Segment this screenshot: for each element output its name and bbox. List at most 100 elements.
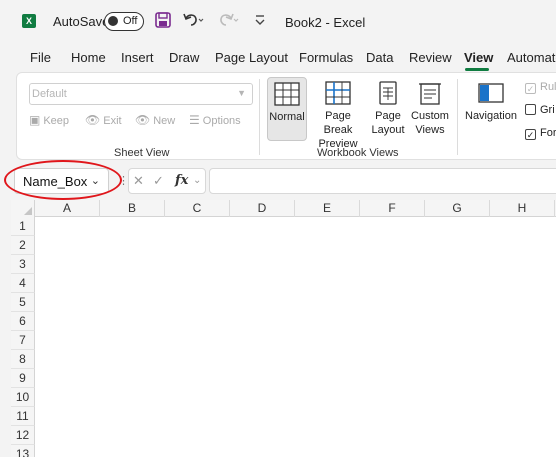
row-header[interactable]: 12 — [11, 426, 35, 445]
row-header[interactable]: 4 — [11, 274, 35, 293]
chevron-down-icon[interactable]: ⌄ — [193, 175, 201, 186]
row-header[interactable]: 10 — [11, 388, 35, 407]
column-header[interactable]: E — [295, 200, 360, 217]
new-eye-icon: 👁 — [135, 113, 151, 127]
row-header[interactable]: 5 — [11, 293, 35, 312]
workbook-views-group-label: Workbook Views — [317, 147, 399, 159]
custom-views-label-2: Views — [415, 124, 445, 136]
page-layout-icon — [379, 81, 397, 105]
tab-insert[interactable]: Insert — [121, 50, 154, 65]
row-header[interactable]: 7 — [11, 331, 35, 350]
page-layout-label-2: Layout — [371, 124, 405, 136]
check-icon: ✓ — [525, 83, 536, 94]
worksheet-grid: A B C D E F G H 1 2 3 4 5 6 7 8 9 10 11 … — [11, 200, 556, 457]
keep-button[interactable]: ▣ Keep — [29, 113, 69, 127]
page-break-icon — [325, 81, 351, 105]
column-header[interactable]: B — [100, 200, 165, 217]
column-header-row: A B C D E F G H — [11, 200, 556, 217]
chevron-down-icon: ▼ — [237, 88, 246, 98]
row-header[interactable]: 13 — [11, 445, 35, 457]
column-header[interactable]: F — [360, 200, 425, 217]
redo-icon[interactable] — [217, 12, 239, 31]
options-button[interactable]: ☰ Options — [189, 113, 241, 127]
tab-draw[interactable]: Draw — [169, 50, 199, 65]
gridlines-checkbox[interactable]: Gri — [525, 104, 555, 116]
autosave-state: Off — [123, 15, 138, 27]
navigation-label: Navigation — [465, 110, 517, 122]
exit-eye-icon: 👁 — [85, 113, 101, 127]
row-header[interactable]: 2 — [11, 236, 35, 255]
tab-data[interactable]: Data — [366, 50, 393, 65]
normal-label: Normal — [269, 111, 305, 123]
enter-check-icon[interactable]: ✓ — [153, 173, 164, 189]
sheet-view-dropdown-value: Default — [32, 88, 67, 100]
custom-views-icon — [419, 83, 441, 105]
exit-button[interactable]: 👁 Exit — [85, 113, 122, 127]
tab-view[interactable]: View — [464, 50, 493, 65]
undo-icon[interactable] — [182, 12, 204, 31]
tab-page-layout[interactable]: Page Layout — [215, 50, 288, 65]
row-header[interactable]: 11 — [11, 407, 35, 426]
toggle-knob — [108, 16, 118, 26]
page-break-preview-button[interactable]: Page Break Preview — [310, 77, 366, 150]
options-list-icon: ☰ — [189, 113, 200, 127]
autosave-label: AutoSave — [53, 14, 110, 29]
column-header[interactable]: D — [230, 200, 295, 217]
cancel-icon[interactable]: ✕ — [133, 173, 144, 189]
options-label: Options — [202, 115, 241, 127]
ruler-checkbox[interactable]: ✓ Rul — [525, 81, 556, 94]
document-title: Book2 - Excel — [285, 15, 366, 30]
select-all-triangle-icon — [24, 207, 32, 215]
unchecked-box-icon — [525, 104, 536, 115]
column-header[interactable]: C — [165, 200, 230, 217]
exit-label: Exit — [103, 115, 122, 127]
highlight-oval — [4, 160, 122, 200]
page-break-label-1: Page Break — [323, 110, 353, 136]
excel-window: X AutoSave Off Book2 - Excel File Home I… — [0, 0, 556, 457]
tab-home[interactable]: Home — [71, 50, 106, 65]
row-header[interactable]: 9 — [11, 369, 35, 388]
navigation-button[interactable]: Navigation — [463, 77, 519, 141]
column-header[interactable]: G — [425, 200, 490, 217]
normal-grid-icon — [274, 82, 300, 106]
column-header[interactable]: H — [490, 200, 555, 217]
select-all-button[interactable] — [11, 200, 35, 217]
ribbon-tabs: File Home Insert Draw Page Layout Formul… — [0, 44, 556, 70]
save-icon[interactable] — [155, 12, 171, 31]
new-button[interactable]: 👁 New — [135, 113, 175, 127]
group-separator — [259, 79, 260, 155]
navigation-pane-icon — [478, 83, 504, 103]
excel-logo-icon: X — [22, 14, 36, 28]
tab-file[interactable]: File — [30, 50, 51, 65]
page-layout-view-button[interactable]: Page Layout — [369, 77, 407, 141]
page-layout-label-1: Page — [375, 110, 401, 122]
tab-automate[interactable]: Automate — [507, 50, 556, 65]
formula-bar-checkbox[interactable]: ✓ For — [525, 127, 556, 140]
normal-view-button[interactable]: Normal — [267, 77, 307, 141]
new-label: New — [153, 115, 176, 127]
ruler-label: Rul — [540, 81, 556, 93]
row-header[interactable]: 1 — [11, 217, 35, 236]
active-tab-indicator — [465, 68, 489, 71]
custom-views-button[interactable]: Custom Views — [409, 77, 451, 141]
autosave-toggle[interactable]: Off — [104, 12, 144, 31]
row-header[interactable]: 6 — [11, 312, 35, 331]
ribbon-panel: Default ▼ ▣ Keep 👁 Exit 👁 New ☰ Options Shee… — [16, 72, 556, 160]
custom-views-label-1: Custom — [411, 110, 449, 122]
sheet-view-group-label: Sheet View — [114, 147, 170, 159]
row-header[interactable]: 3 — [11, 255, 35, 274]
keep-icon: ▣ — [29, 113, 41, 127]
tab-formulas[interactable]: Formulas — [299, 50, 353, 65]
formula-input[interactable] — [209, 168, 556, 194]
tab-review[interactable]: Review — [409, 50, 452, 65]
keep-label: Keep — [43, 115, 70, 127]
sheet-view-dropdown[interactable]: Default ▼ — [29, 83, 253, 105]
check-icon: ✓ — [525, 129, 536, 140]
customize-qat-icon[interactable] — [254, 12, 266, 29]
insert-function-icon[interactable]: fx — [175, 173, 188, 188]
gridlines-label: Gri — [540, 104, 555, 116]
group-separator — [457, 79, 458, 155]
row-header[interactable]: 8 — [11, 350, 35, 369]
formula-bar-buttons: ✕ ✓ fx ⌄ — [128, 168, 206, 194]
column-header[interactable]: A — [35, 200, 100, 217]
